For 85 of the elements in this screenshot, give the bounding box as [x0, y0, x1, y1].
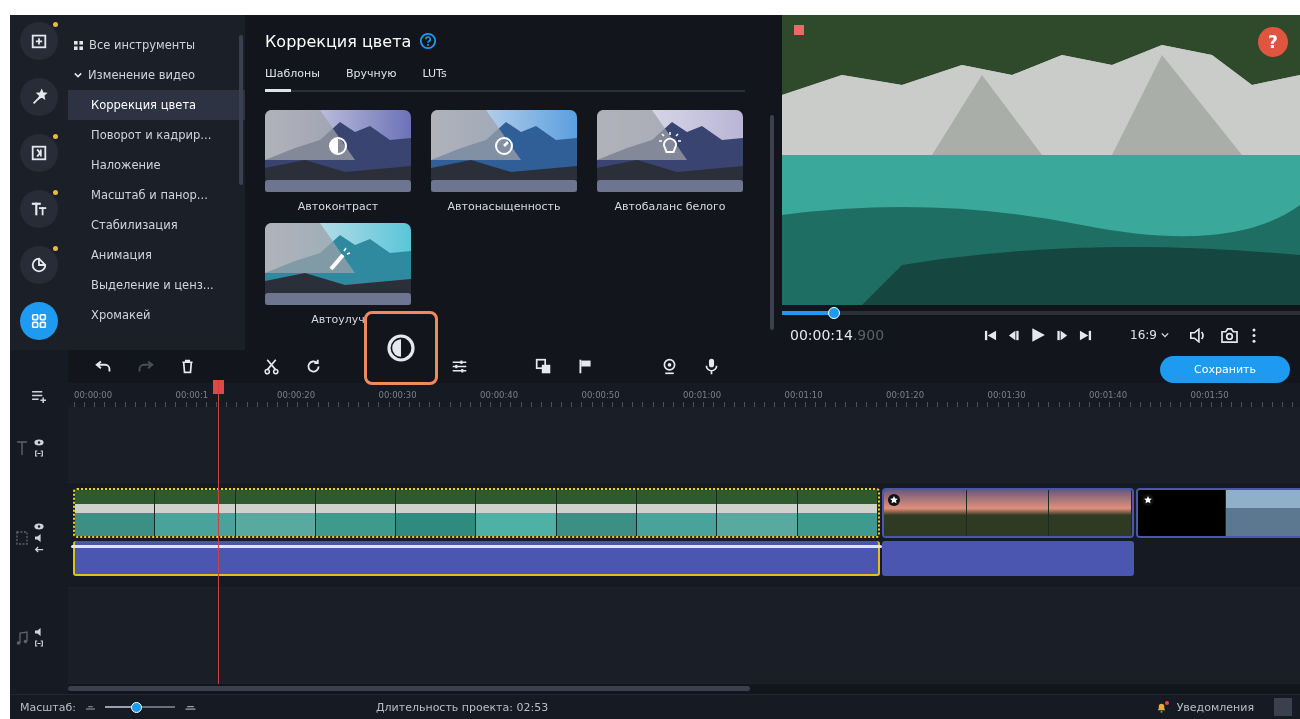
grid-icon [30, 312, 48, 330]
ruler-timestamp: 00:00:1 [175, 389, 210, 402]
tool-button[interactable] [20, 190, 58, 228]
scrollbar-thumb[interactable] [68, 686, 750, 691]
help-icon[interactable] [419, 32, 438, 50]
group-label[interactable]: Изменение видео [88, 68, 196, 82]
aspect-ratio-dropdown[interactable]: 16:9 [1124, 327, 1175, 343]
bell-icon[interactable] [1155, 701, 1167, 713]
link-icon[interactable] [34, 449, 44, 457]
tool-button[interactable] [20, 246, 58, 284]
volume-icon[interactable] [34, 628, 44, 636]
ruler-timestamp: 00:00:40 [480, 389, 520, 402]
film-icon [16, 530, 28, 545]
zoom-in-icon[interactable] [185, 704, 196, 710]
sidebar-item[interactable]: Стабилизация [68, 210, 245, 240]
sidebar-item[interactable]: Анимация [68, 240, 245, 270]
ruler-timestamp: 00:01:40 [1089, 389, 1129, 402]
add-track-icon[interactable] [30, 390, 48, 403]
ruler-timestamp: 00:01:10 [784, 389, 824, 402]
camera-icon[interactable] [1220, 327, 1238, 343]
text-track-icon [16, 440, 28, 455]
slider-handle[interactable] [131, 701, 143, 713]
eye-icon[interactable] [34, 438, 44, 446]
more-icon[interactable] [1251, 327, 1256, 343]
tool-button[interactable] [20, 22, 58, 60]
ruler-timestamp: 00:00:00 [74, 389, 114, 402]
text-icon [30, 200, 48, 218]
tab[interactable]: LUTs [422, 63, 447, 90]
preset-thumbnail[interactable] [431, 110, 577, 192]
ruler-timestamp: 00:00:50 [581, 389, 621, 402]
tool-button[interactable] [20, 302, 58, 340]
volume-icon[interactable] [34, 533, 44, 542]
sidebar-item[interactable]: Хромакей [68, 300, 245, 330]
magic-wand-icon [30, 88, 48, 106]
ruler-timestamp: 00:01:30 [987, 389, 1027, 402]
all-tools-link[interactable]: Все инструменты [89, 38, 196, 52]
preset-thumbnail[interactable] [265, 110, 411, 192]
video-clip[interactable] [882, 488, 1134, 538]
grid-icon [74, 40, 83, 50]
project-duration: Длительность проекта: 02:53 [376, 700, 549, 714]
skip-end-icon[interactable] [1079, 328, 1092, 342]
ruler-timestamp: 00:01:20 [886, 389, 926, 402]
tab[interactable]: Шаблоны [265, 63, 320, 90]
play-icon[interactable] [1030, 327, 1046, 343]
link-icon[interactable] [34, 640, 44, 647]
contrast-icon[interactable] [364, 310, 438, 385]
ruler-timestamp: 00:01:50 [1190, 389, 1230, 402]
progress-handle[interactable] [827, 307, 840, 319]
arrow-icon[interactable] [34, 545, 44, 553]
transition-icon [30, 144, 48, 162]
eye-icon[interactable] [34, 522, 44, 530]
notifications-link[interactable]: Уведомления [1176, 700, 1254, 714]
sidebar-item[interactable]: Наложение [68, 150, 245, 180]
preset-label: Автоулуч [311, 313, 365, 326]
video-clip[interactable] [1136, 488, 1300, 538]
ruler-timestamp: 00:00:30 [378, 389, 418, 402]
zoom-label: Масштаб: [20, 700, 76, 714]
ruler-timestamp: 00:01:00 [683, 389, 723, 402]
tool-button[interactable] [20, 134, 58, 172]
previous-frame-icon[interactable] [1007, 328, 1020, 342]
preset-label: Автобаланс белого [614, 200, 726, 213]
tab[interactable]: Вручную [345, 63, 397, 90]
preset-label: Автоконтраст [297, 200, 379, 213]
timecode: 00:00:14.900 [790, 327, 886, 343]
volume-icon[interactable] [1188, 327, 1207, 343]
preset-thumbnail[interactable] [265, 223, 411, 305]
folder-plus-icon [30, 32, 48, 50]
sidebar-item[interactable]: Масштаб и панор... [68, 180, 245, 210]
ruler-timestamp: 00:00:20 [277, 389, 317, 402]
music-note-icon [16, 630, 28, 645]
next-frame-icon[interactable] [1056, 328, 1069, 342]
preset-label: Автонасыщенность [447, 200, 561, 213]
zoom-out-icon[interactable] [86, 704, 95, 710]
sidebar-item[interactable]: Коррекция цвета [68, 90, 245, 120]
sidebar-item[interactable]: Выделение и ценз... [68, 270, 245, 300]
preset-thumbnail[interactable] [597, 110, 743, 192]
panel-toggle-icon[interactable] [1274, 698, 1292, 716]
skip-start-icon[interactable] [984, 328, 997, 342]
sidebar-item[interactable]: Поворот и кадрир... [68, 120, 245, 150]
record-indicator-icon [794, 25, 804, 35]
panel-title: Коррекция цвета [265, 31, 412, 51]
caret-icon [1160, 332, 1169, 338]
tool-button[interactable] [20, 78, 58, 116]
sticker-icon [30, 256, 48, 274]
audio-waveform-bar[interactable] [73, 541, 880, 576]
